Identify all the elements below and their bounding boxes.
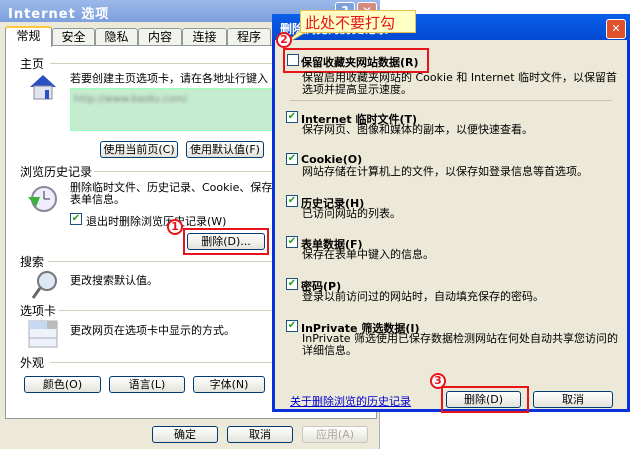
tab-content[interactable]: 内容: [138, 28, 182, 46]
use-current-button[interactable]: 使用当前页(C): [100, 141, 178, 158]
appearance-heading: 外观: [20, 356, 45, 370]
preserve-favorites-label: 保留收藏夹网站数据(R): [301, 56, 419, 69]
item-checkbox[interactable]: ✔: [286, 195, 298, 207]
colors-button[interactable]: 颜色(O): [24, 376, 101, 393]
step-2-marker: 2: [276, 32, 292, 48]
item-desc: 登录以前访问过的网站时，自动填充保存的密码。: [302, 290, 544, 303]
step-3-marker: 3: [430, 373, 446, 389]
history-heading: 浏览历史记录: [20, 165, 93, 179]
search-desc: 更改搜索默认值。: [70, 274, 158, 287]
about-delete-history-link[interactable]: 关于删除浏览的历史记录: [290, 393, 411, 409]
item-desc: InPrivate 筛选使用已保存数据检测网站在何处自动共享您访问的详细信息。: [302, 332, 619, 357]
tab-security[interactable]: 安全: [52, 28, 95, 46]
tab-programs[interactable]: 程序: [227, 28, 271, 46]
dialog-cancel-button[interactable]: 取消: [533, 391, 613, 408]
item-checkbox[interactable]: ✔: [286, 320, 298, 332]
cancel-button[interactable]: 取消: [227, 426, 293, 443]
dialog-delete-button[interactable]: 删除(D): [446, 391, 521, 408]
history-desc: 删除临时文件、历史记录、Cookie、保存 表单信息。: [70, 181, 273, 206]
apply-button[interactable]: 应用(A): [302, 426, 368, 443]
delete-on-exit-label: 退出时删除浏览历史记录(W): [86, 215, 227, 228]
dialog-close-button[interactable]: ✕: [606, 19, 626, 39]
search-magnifier-icon: [31, 271, 57, 299]
item-desc: 网站存储在计算机上的文件，以保存如登录信息等首选项。: [302, 165, 588, 178]
home-url-value: http://www.baidu.com/: [74, 94, 188, 105]
fonts-button[interactable]: 字体(N): [193, 376, 265, 393]
item-checkbox[interactable]: ✔: [286, 153, 298, 165]
home-heading: 主页: [20, 57, 45, 71]
history-delete-button[interactable]: 删除(D)...: [187, 233, 265, 250]
callout-warning: 此处不要打勾: [300, 10, 416, 33]
home-icon: [30, 75, 56, 100]
item-desc: 已访问网站的列表。: [302, 207, 401, 220]
tab-connections[interactable]: 连接: [182, 28, 227, 46]
search-heading: 搜索: [20, 255, 45, 269]
item-checkbox[interactable]: ✔: [286, 278, 298, 290]
home-desc: 若要创建主页选项卡，请在各地址行键入: [70, 72, 268, 85]
item-desc: 保存网页、图像和媒体的副本，以便快速查看。: [302, 123, 533, 136]
preserve-favorites-desc: 保留启用收藏夹网站的 Cookie 和 Internet 临时文件，以保留首选项…: [302, 71, 617, 96]
tab-privacy[interactable]: 隐私: [95, 28, 138, 46]
tabs-icon: [28, 320, 58, 348]
ok-button[interactable]: 确定: [152, 426, 218, 443]
step-1-marker: 1: [167, 219, 183, 235]
tabs-heading: 选项卡: [20, 304, 57, 318]
tabs-desc: 更改网页在选项卡中显示的方式。: [70, 324, 235, 337]
history-clock-icon: [28, 186, 57, 212]
tab-general[interactable]: 常规: [5, 26, 52, 47]
item-checkbox[interactable]: ✔: [286, 236, 298, 248]
delete-on-exit-checkbox[interactable]: ✔: [70, 213, 82, 225]
use-default-button[interactable]: 使用默认值(F): [186, 141, 264, 158]
preserve-favorites-checkbox[interactable]: ✔: [287, 54, 299, 66]
languages-button[interactable]: 语言(L): [109, 376, 185, 393]
item-desc: 保存在表单中键入的信息。: [302, 248, 434, 261]
item-checkbox[interactable]: ✔: [286, 111, 298, 123]
